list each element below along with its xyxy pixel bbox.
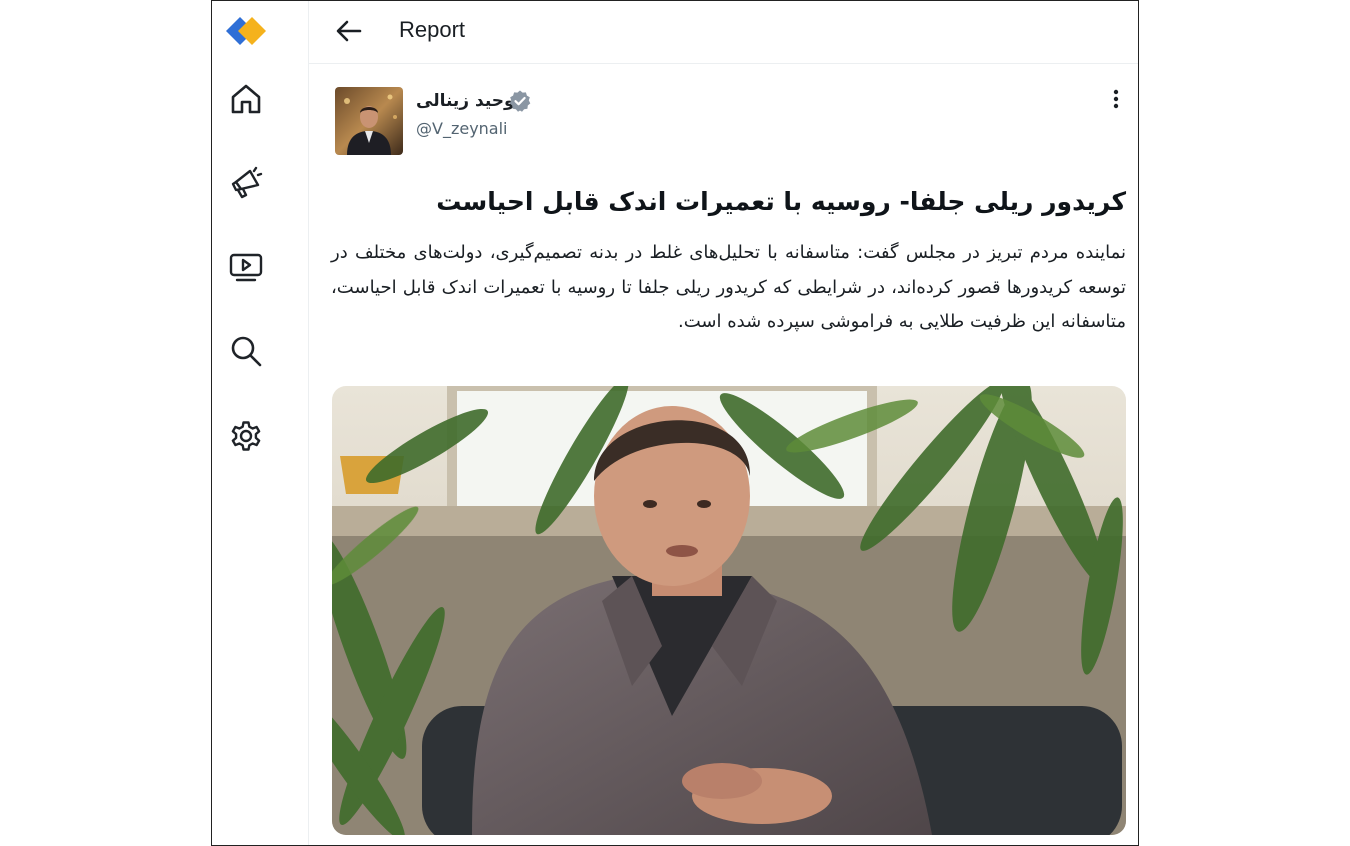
author-handle[interactable]: @V_zeynali [416, 119, 508, 138]
gear-icon [231, 421, 261, 451]
megaphone-icon [231, 166, 263, 199]
more-vertical-icon [1113, 89, 1119, 109]
sidebar-item-campaigns[interactable] [226, 163, 266, 203]
sidebar-item-media[interactable] [226, 247, 266, 287]
main-content: Report وحید زینالی @V_zeynali کریدور ریل… [309, 1, 1138, 845]
sidebar-item-home[interactable] [226, 79, 266, 119]
post-image[interactable] [332, 386, 1126, 835]
top-bar: Report [309, 1, 1138, 64]
post-body: نماینده مردم تبریز در مجلس گفت: متاسفانه… [331, 242, 1126, 332]
avatar[interactable] [335, 87, 403, 155]
verified-badge-icon [508, 89, 532, 113]
sidebar [212, 1, 309, 845]
sidebar-item-settings[interactable] [226, 416, 266, 456]
more-options-button[interactable] [1104, 85, 1128, 113]
author-name[interactable]: وحید زینالی [416, 91, 515, 111]
back-button[interactable] [331, 13, 367, 49]
sidebar-item-search[interactable] [226, 331, 266, 371]
app-window: Report وحید زینالی @V_zeynali کریدور ریل… [211, 0, 1139, 846]
home-icon [231, 84, 261, 114]
search-icon [231, 336, 262, 367]
post-headline: کریدور ریلی جلفا- روسیه با تعمیرات اندک … [436, 187, 1126, 216]
arrow-left-icon [336, 20, 362, 42]
play-screen-icon [229, 253, 263, 282]
app-logo[interactable] [222, 11, 270, 51]
page-title: Report [399, 17, 466, 42]
